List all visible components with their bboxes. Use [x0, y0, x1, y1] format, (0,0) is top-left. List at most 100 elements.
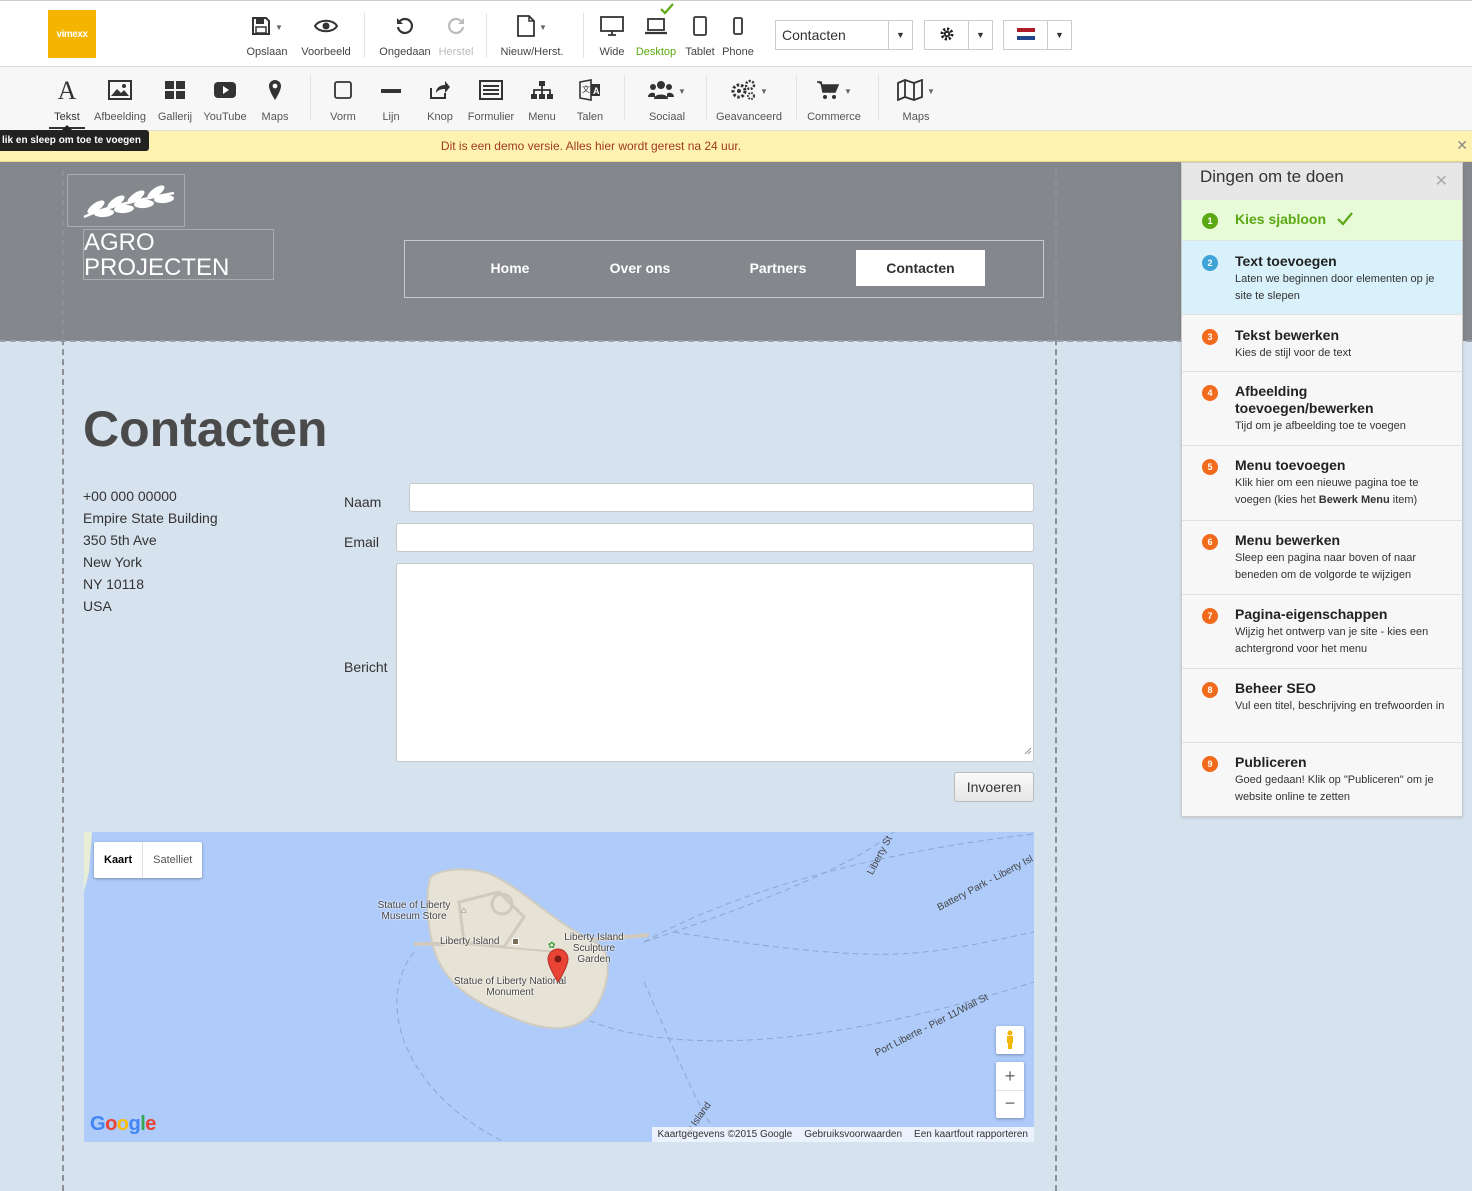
image-icon	[108, 79, 132, 103]
tool-advanced[interactable]: ▼ Geavanceerd	[714, 77, 784, 123]
message-field[interactable]	[396, 563, 1034, 762]
step-description: Wijzig het ontwerp van je site - kies ee…	[1235, 626, 1429, 655]
form-icon	[479, 79, 503, 103]
nav-about[interactable]: Over ons	[580, 250, 700, 286]
preview-button[interactable]: Voorbeeld	[300, 13, 352, 58]
tool-image[interactable]: Afbeelding	[93, 77, 147, 123]
site-title[interactable]: AGRO PROJECTEN	[83, 229, 274, 280]
nav-partners[interactable]: Partners	[718, 250, 838, 286]
google-map[interactable]: Kaart Satelliet Statue of Liberty Museum…	[84, 832, 1034, 1142]
square-icon	[333, 80, 353, 103]
tool-languages[interactable]: A文 Talen	[574, 77, 606, 123]
chevron-down-icon[interactable]: ▼	[678, 87, 686, 96]
todo-step-2[interactable]: 2 Text toevoegen Laten we beginnen door …	[1182, 241, 1462, 315]
todo-step-6[interactable]: 6 Menu bewerken Sleep een pagina naar bo…	[1182, 521, 1462, 595]
language-dropdown[interactable]: ▼	[1003, 20, 1072, 50]
contact-address[interactable]: +00 000 00000 Empire State Building 350 …	[83, 485, 218, 617]
nav-contact[interactable]: Contacten	[856, 250, 985, 286]
divider	[796, 75, 797, 120]
tool-form[interactable]: Formulier	[466, 77, 516, 123]
todo-step-4[interactable]: 4 Afbeelding toevoegen/bewerken Tijd om …	[1182, 372, 1462, 446]
map-type-control[interactable]: Kaart Satelliet	[94, 842, 203, 878]
todo-step-9[interactable]: 9 Publiceren Goed gedaan! Klik op "Publi…	[1182, 743, 1462, 816]
tool-text[interactable]: A Tekst	[49, 76, 85, 129]
device-phone-button[interactable]: Phone	[721, 13, 755, 58]
chevron-down-icon[interactable]: ▼	[927, 87, 935, 96]
step-title: Afbeelding toevoegen/bewerken	[1235, 383, 1374, 416]
todo-step-5[interactable]: 5 Menu toevoegen Klik hier om een nieuwe…	[1182, 446, 1462, 521]
zoom-in-icon[interactable]: +	[1005, 1062, 1016, 1090]
email-field[interactable]	[396, 523, 1034, 552]
report-error-link[interactable]: Een kaartfout rapporteren	[914, 1129, 1028, 1140]
new-restore-label: Nieuw/Herst.	[500, 46, 564, 58]
page-select[interactable]: Contacten ▼	[775, 20, 913, 50]
site-logo[interactable]	[67, 174, 185, 227]
terms-link[interactable]: Gebruiksvoorwaarden	[804, 1129, 902, 1140]
tool-social[interactable]: ▼ Sociaal	[640, 77, 694, 123]
save-icon	[251, 16, 271, 39]
street-view-pegman-icon[interactable]	[996, 1026, 1024, 1054]
settings-dropdown[interactable]: ▼	[924, 20, 993, 50]
tool-button[interactable]: Knop	[423, 77, 457, 123]
demo-notice-bar: Dit is een demo versie. Alles hier wordt…	[0, 131, 1472, 162]
page-heading[interactable]: Contacten	[83, 400, 327, 458]
step-number: 4	[1202, 385, 1218, 401]
tool-line[interactable]: Lijn	[376, 77, 406, 123]
tool-maps[interactable]: Maps	[258, 77, 292, 123]
step-number: 1	[1202, 213, 1218, 229]
map-type-satellite[interactable]: Satelliet	[142, 842, 202, 878]
todo-step-3[interactable]: 3 Tekst bewerken Kies de stijl voor de t…	[1182, 315, 1462, 372]
tool-advanced-label: Geavanceerd	[715, 111, 783, 123]
chevron-down-icon[interactable]: ▼	[844, 87, 852, 96]
tool-gallery[interactable]: Gallerij	[156, 77, 194, 123]
map-type-map[interactable]: Kaart	[94, 842, 142, 878]
chevron-down-icon[interactable]: ▼	[968, 21, 992, 49]
submit-button[interactable]: Invoeren	[954, 772, 1034, 802]
chevron-down-icon[interactable]: ▼	[275, 23, 283, 32]
undo-button[interactable]: Ongedaan	[378, 13, 432, 58]
undo-label: Ongedaan	[379, 46, 431, 58]
landmark-icon	[512, 938, 519, 945]
top-bar: vimexx ▼ Opslaan Voorbeeld Ongedaan Hers…	[0, 0, 1472, 67]
tool-maps-2[interactable]: ▼ Maps	[897, 77, 935, 123]
device-tablet-button[interactable]: Tablet	[683, 13, 717, 58]
tool-menu[interactable]: Menu	[526, 77, 558, 123]
todo-step-7[interactable]: 7 Pagina-eigenschappen Wijzig het ontwer…	[1182, 595, 1462, 669]
step-number: 5	[1202, 459, 1218, 475]
step-title: Publiceren	[1235, 754, 1307, 770]
save-button[interactable]: ▼ Opslaan	[244, 13, 290, 58]
todo-panel: Dingen om te doen ✕ 1 Kies sjabloon 2 Te…	[1181, 162, 1463, 817]
nav-home[interactable]: Home	[450, 250, 570, 286]
tool-commerce[interactable]: ▼ Commerce	[806, 77, 862, 123]
tool-youtube[interactable]: YouTube	[200, 77, 250, 123]
zoom-out-icon[interactable]: −	[996, 1090, 1024, 1118]
chevron-down-icon[interactable]: ▼	[760, 87, 768, 96]
zoom-control[interactable]: + −	[996, 1062, 1024, 1118]
todo-step-8[interactable]: 8 Beheer SEO Vul een titel, beschrijving…	[1182, 669, 1462, 743]
todo-step-1[interactable]: 1 Kies sjabloon	[1182, 200, 1462, 241]
checkmark-icon	[1337, 212, 1353, 231]
new-restore-button[interactable]: ▼ Nieuw/Herst.	[500, 13, 564, 58]
tool-button-label: Knop	[427, 111, 453, 123]
step-description: Vul een titel, beschrijving en trefwoord…	[1235, 700, 1445, 712]
device-desktop-button[interactable]: Desktop	[634, 3, 678, 58]
resize-handle-icon[interactable]	[1024, 742, 1032, 760]
map-marker-icon[interactable]	[547, 948, 569, 989]
site-navigation[interactable]: Home Over ons Partners Contacten	[404, 240, 1044, 298]
chevron-down-icon[interactable]: ▼	[1047, 21, 1071, 49]
map-attribution: Kaartgegevens ©2015 Google Gebruiksvoorw…	[651, 1127, 1034, 1142]
redo-button[interactable]: Herstel	[436, 13, 476, 58]
svg-text:A: A	[593, 86, 600, 96]
step-number: 2	[1202, 255, 1218, 271]
tool-shape[interactable]: Vorm	[326, 77, 360, 123]
divider	[486, 13, 487, 58]
close-icon[interactable]: ✕	[1435, 171, 1448, 191]
page-select-value: Contacten	[782, 27, 846, 43]
name-field[interactable]	[409, 483, 1034, 512]
file-icon	[517, 14, 535, 40]
device-wide-button[interactable]: Wide	[596, 13, 628, 58]
step-number: 9	[1202, 756, 1218, 772]
close-icon[interactable]: ✕	[1456, 137, 1468, 154]
chevron-down-icon[interactable]: ▼	[539, 23, 547, 32]
chevron-down-icon[interactable]: ▼	[888, 21, 912, 49]
